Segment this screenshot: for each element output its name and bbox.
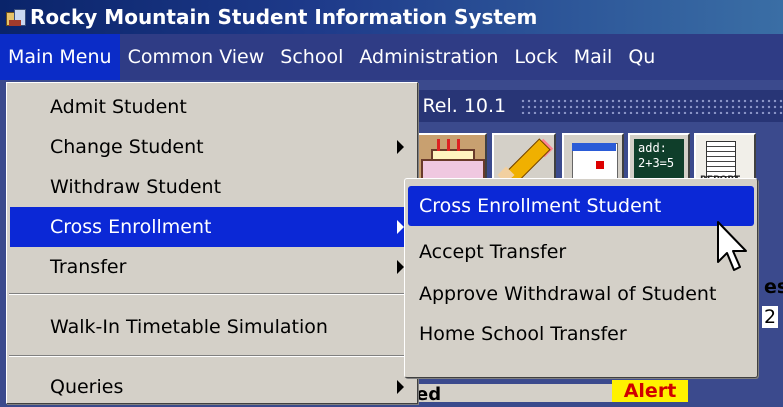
submenu-item-home-school-transfer[interactable]: Home School Transfer: [408, 314, 754, 354]
submenu-item-accept-transfer[interactable]: Accept Transfer: [408, 232, 754, 272]
submenu-arrow-icon: [397, 140, 404, 154]
menu-item-label: Cross Enrollment: [50, 216, 212, 238]
release-bar: : Rel. 10.1: [410, 90, 783, 122]
app-icon: [4, 6, 26, 28]
cross-enrollment-submenu: Cross Enrollment Student Accept Transfer…: [404, 178, 758, 378]
menu-school[interactable]: School: [272, 34, 351, 80]
menu-item-change-student[interactable]: Change Student: [10, 127, 414, 167]
menu-item-label: Change Student: [50, 136, 204, 158]
submenu-arrow-icon: [397, 260, 404, 274]
menu-item-label: Transfer: [50, 256, 127, 278]
release-label: : Rel. 10.1: [410, 95, 507, 117]
partial-label-es: es: [764, 276, 783, 298]
app-title: Rocky Mountain Student Information Syste…: [30, 5, 538, 29]
menu-mail[interactable]: Mail: [566, 34, 621, 80]
menu-lock[interactable]: Lock: [506, 34, 565, 80]
submenu-arrow-icon: [397, 380, 404, 394]
submenu-item-label: Home School Transfer: [419, 323, 627, 345]
mouse-cursor-icon: [717, 221, 747, 271]
menu-separator: [9, 293, 415, 295]
menu-item-queries[interactable]: Queries: [10, 367, 414, 407]
chalkboard-line-2: 2+3=5: [638, 156, 675, 170]
menu-item-walk-in-timetable[interactable]: Walk-In Timetable Simulation: [10, 307, 414, 347]
menu-item-label: Admit Student: [50, 96, 187, 118]
menu-item-label: Queries: [50, 376, 124, 398]
menu-bar: Main Menu Common View School Administrat…: [0, 34, 783, 80]
alert-badge[interactable]: Alert: [612, 380, 688, 402]
title-bar: Rocky Mountain Student Information Syste…: [0, 0, 783, 34]
submenu-item-approve-withdrawal[interactable]: Approve Withdrawal of Student: [408, 274, 754, 314]
partial-value-field: 2: [762, 306, 779, 328]
menu-item-transfer[interactable]: Transfer: [10, 247, 414, 287]
menu-separator: [9, 355, 415, 357]
submenu-arrow-icon: [397, 220, 404, 234]
menu-item-label: Withdraw Student: [50, 176, 222, 198]
submenu-item-cross-enrollment-student[interactable]: Cross Enrollment Student: [408, 186, 754, 226]
dotted-pattern: [520, 98, 783, 114]
submenu-item-label: Cross Enrollment Student: [419, 195, 662, 217]
menu-item-cross-enrollment[interactable]: Cross Enrollment: [10, 207, 414, 247]
menu-item-label: Walk-In Timetable Simulation: [50, 316, 328, 338]
menu-queries-cut[interactable]: Qu: [620, 34, 663, 80]
chalkboard-line-1: add:: [638, 141, 667, 155]
menu-common-view[interactable]: Common View: [120, 34, 273, 80]
submenu-item-label: Approve Withdrawal of Student: [419, 283, 717, 305]
submenu-item-label: Accept Transfer: [419, 241, 567, 263]
menu-main[interactable]: Main Menu: [0, 34, 120, 80]
chalkboard-icon: add: 2+3=5: [634, 139, 684, 183]
menu-administration[interactable]: Administration: [351, 34, 506, 80]
menu-item-withdraw-student[interactable]: Withdraw Student: [10, 167, 414, 207]
partial-label-ed: ed: [416, 384, 616, 405]
main-menu-dropdown: Admit Student Change Student Withdraw St…: [6, 82, 418, 404]
report-icon: [706, 141, 736, 179]
menu-item-admit-student[interactable]: Admit Student: [10, 87, 414, 127]
